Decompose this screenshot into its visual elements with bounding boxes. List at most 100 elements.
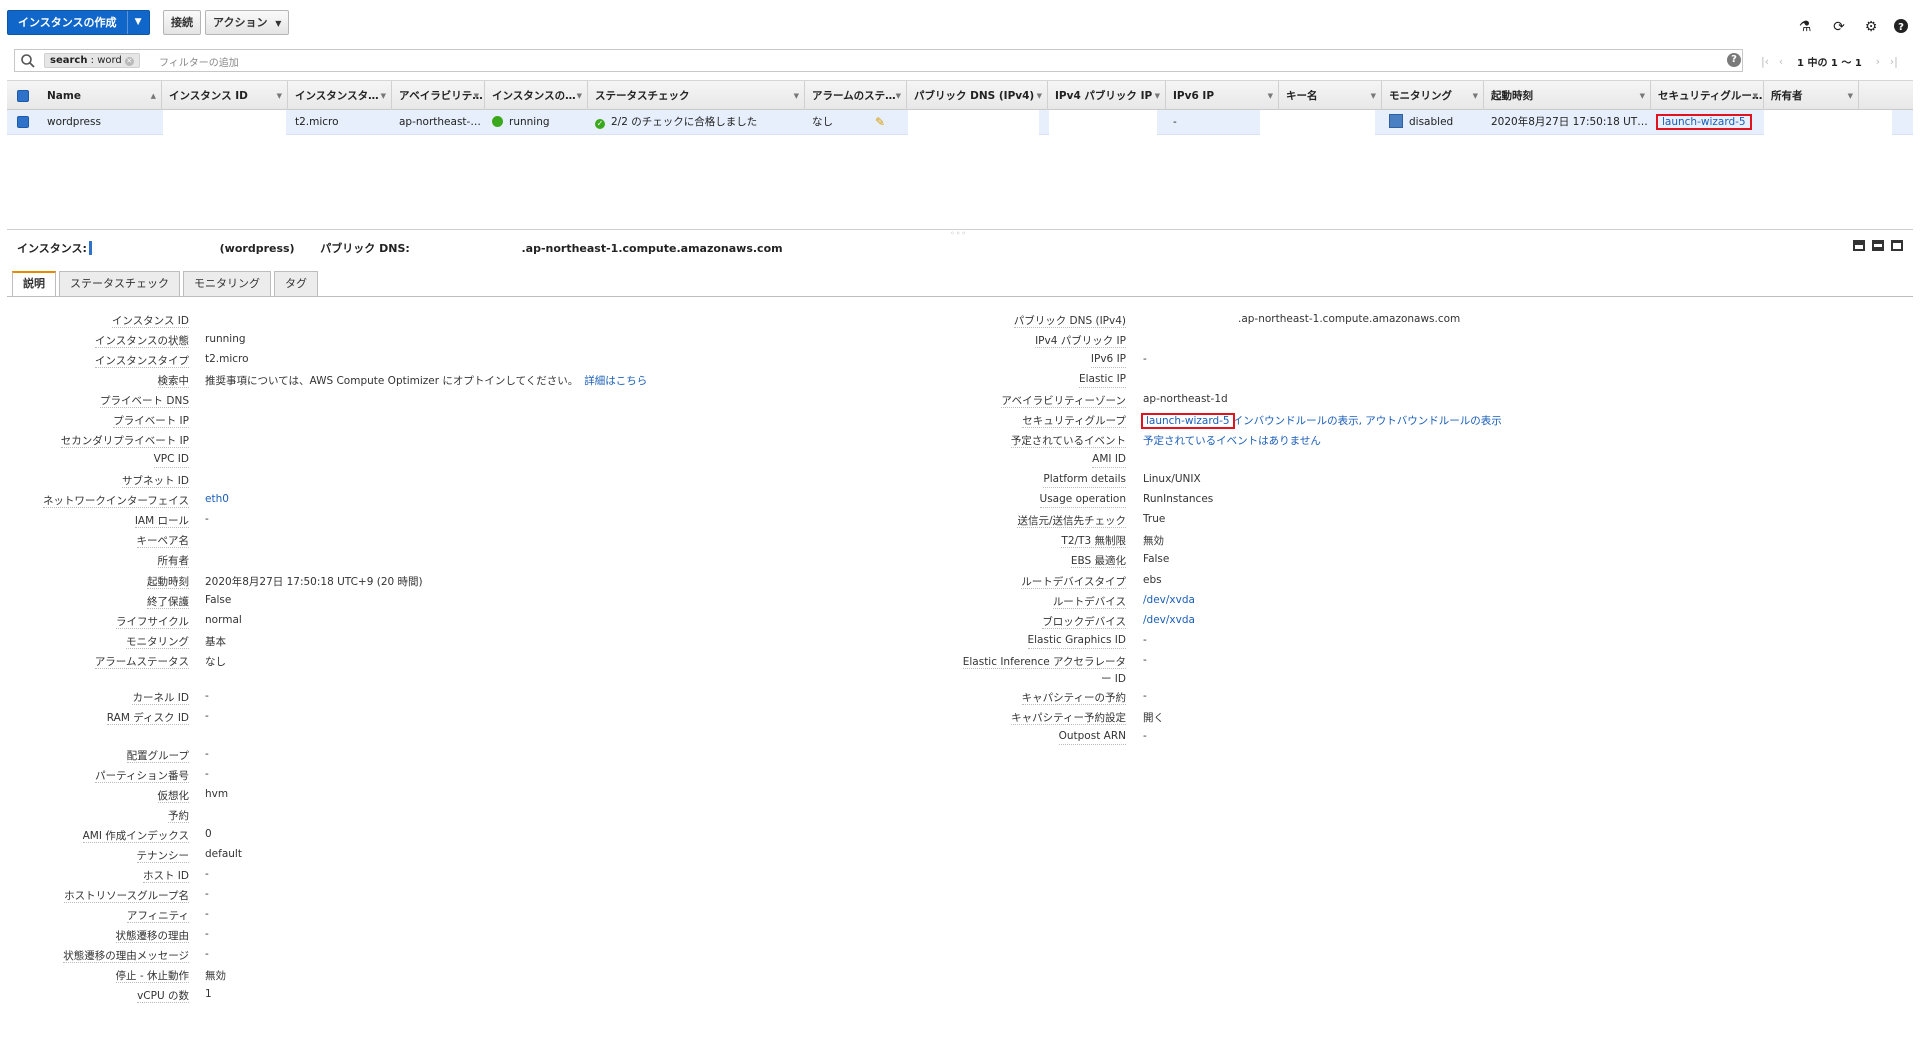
- column-header-public-dns[interactable]: パブリック DNS (IPv4) ▼: [907, 81, 1048, 111]
- help-icon[interactable]: ?: [1893, 19, 1909, 35]
- cell-az[interactable]: ap-northeast-…: [392, 110, 485, 135]
- field-value: 無効: [1143, 533, 1164, 548]
- last-page-icon[interactable]: ›|: [1886, 55, 1902, 68]
- column-header-az[interactable]: アベイラビリテ… ▼: [392, 81, 485, 111]
- cell-instance-type[interactable]: t2.micro: [288, 110, 392, 135]
- column-header-owner[interactable]: 所有者 ▼: [1764, 81, 1859, 111]
- filter-help-icon[interactable]: ?: [1727, 53, 1741, 67]
- filter-search-bar[interactable]: search : word ✕ フィルターの追加 ?: [14, 49, 1743, 72]
- gear-icon[interactable]: ⚙: [1863, 19, 1879, 35]
- column-header-alarm[interactable]: アラームのステ… ▼: [805, 81, 907, 111]
- prev-page-icon[interactable]: ‹: [1773, 55, 1789, 68]
- remove-filter-icon[interactable]: ✕: [124, 57, 134, 66]
- field-value: -: [205, 748, 209, 763]
- refresh-icon[interactable]: ⟳: [1831, 19, 1847, 35]
- filter-chip[interactable]: search : word ✕: [44, 53, 140, 68]
- field-value-text: running: [205, 333, 246, 345]
- cell-owner[interactable]: [1764, 110, 1892, 135]
- sort-icon: ▼: [1154, 92, 1160, 100]
- tab-description[interactable]: 説明: [12, 271, 56, 296]
- field-link[interactable]: 予定されているイベントはありません: [1143, 435, 1321, 447]
- inbound-rules-link[interactable]: インバウンドルールの表示: [1233, 415, 1359, 427]
- field-value-text: t2.micro: [205, 353, 249, 365]
- column-header-key-name[interactable]: キー名 ▼: [1279, 81, 1382, 111]
- field-value-text: normal: [205, 614, 242, 626]
- field-link[interactable]: 詳細はこちら: [584, 375, 647, 387]
- security-group-detail-link[interactable]: launch-wizard-5: [1141, 413, 1235, 429]
- field-link[interactable]: eth0: [205, 493, 229, 505]
- field-label: 配置グループ: [126, 750, 189, 763]
- field-value-text: -: [205, 513, 209, 525]
- tab-tags[interactable]: タグ: [274, 271, 318, 296]
- layout-split-icon[interactable]: [1872, 240, 1884, 251]
- tab-status-checks[interactable]: ステータスチェック: [59, 271, 180, 296]
- alarm-text: なし: [812, 116, 833, 128]
- cell-monitoring[interactable]: disabled: [1382, 110, 1484, 135]
- field-value-text: -: [1143, 690, 1147, 702]
- layout-top-icon[interactable]: [1891, 240, 1903, 251]
- first-page-icon[interactable]: |‹: [1757, 55, 1773, 68]
- select-all-checkbox[interactable]: [17, 90, 29, 102]
- field-value: default: [205, 848, 242, 863]
- field-value: 無効: [205, 968, 226, 983]
- field-value: /dev/xvda: [1143, 594, 1195, 609]
- security-group-link[interactable]: launch-wizard-5: [1656, 114, 1752, 130]
- field-label: 状態遷移の理由メッセージ: [63, 950, 189, 963]
- launch-instance-dropdown-icon[interactable]: ▼: [126, 11, 149, 34]
- cell-ipv4[interactable]: [1049, 110, 1157, 135]
- cell-key-name[interactable]: [1260, 110, 1375, 135]
- layout-bottom-icon[interactable]: [1853, 240, 1865, 251]
- cell-state[interactable]: running: [485, 110, 588, 135]
- launch-instance-label[interactable]: インスタンスの作成: [8, 11, 127, 34]
- cell-name[interactable]: wordpress: [40, 110, 162, 135]
- column-header-status-check[interactable]: ステータスチェック ▼: [588, 81, 805, 111]
- splitter-handle[interactable]: ◦◦◦: [950, 229, 967, 238]
- column-header-security-group[interactable]: セキュリティグルー… ▼: [1651, 81, 1764, 111]
- cell-alarm[interactable]: なし ✎: [805, 110, 907, 135]
- outbound-rules-link[interactable]: アウトバウンドルールの表示: [1365, 415, 1502, 427]
- instance-id-marker: [88, 241, 92, 255]
- actions-label: アクション: [213, 16, 268, 29]
- column-header-launch-time[interactable]: 起動時刻 ▼: [1484, 81, 1651, 111]
- field-value: -: [205, 908, 209, 923]
- next-page-icon[interactable]: ›: [1870, 55, 1886, 68]
- field-value-text: -: [205, 768, 209, 780]
- create-alarm-icon[interactable]: ✎: [875, 110, 885, 135]
- field-value: -: [205, 868, 209, 883]
- field-label: AMI ID: [1092, 453, 1126, 468]
- filter-placeholder[interactable]: フィルターの追加: [159, 54, 239, 69]
- sort-icon: ▼: [1847, 92, 1853, 100]
- column-header-ipv6[interactable]: IPv6 IP ▼: [1166, 81, 1279, 111]
- field-value: -: [205, 888, 209, 903]
- column-header-ipv4[interactable]: IPv4 パブリック IP ▼: [1048, 81, 1166, 111]
- cell-launch-time[interactable]: 2020年8月27日 17:50:18 UT…: [1484, 110, 1651, 135]
- column-header-name[interactable]: Name ▲: [40, 81, 162, 111]
- tab-monitoring[interactable]: モニタリング: [183, 271, 271, 296]
- instance-label: インスタンス:: [17, 242, 87, 255]
- field-value: 予定されているイベントはありません: [1143, 433, 1321, 448]
- flask-icon[interactable]: ⚗: [1797, 19, 1813, 35]
- column-header-state[interactable]: インスタンスの… ▼: [485, 81, 588, 111]
- cell-security-group[interactable]: launch-wizard-5: [1651, 110, 1764, 135]
- column-header-monitoring[interactable]: モニタリング ▼: [1382, 81, 1484, 111]
- sort-icon: ▼: [1267, 92, 1273, 100]
- field-label: プライベート IP: [113, 415, 189, 428]
- column-header-instance-type[interactable]: インスタンスタ… ▼: [288, 81, 392, 111]
- cell-status-check[interactable]: ✓ 2/2 のチェックに合格しました: [588, 110, 805, 135]
- row-checkbox[interactable]: [17, 116, 29, 128]
- connect-button[interactable]: 接続: [163, 10, 201, 35]
- field-link[interactable]: /dev/xvda: [1143, 594, 1195, 606]
- actions-button[interactable]: アクション ▼: [205, 10, 290, 35]
- launch-instance-button[interactable]: インスタンスの作成 ▼: [7, 10, 150, 35]
- sort-icon: ▼: [1472, 92, 1478, 100]
- cell-instance-id[interactable]: [163, 110, 286, 135]
- cell-public-dns[interactable]: [908, 110, 1039, 135]
- field-value: ebs: [1143, 574, 1162, 589]
- field-label: ブロックデバイス: [1042, 616, 1126, 629]
- field-label: アフィニティ: [126, 910, 189, 923]
- field-label: キーペア名: [136, 535, 189, 548]
- field-label: パブリック DNS (IPv4): [1013, 315, 1126, 328]
- field-link[interactable]: /dev/xvda: [1143, 614, 1195, 626]
- table-row[interactable]: wordpress t2.micro ap-northeast-… runnin…: [7, 110, 1913, 135]
- column-header-instance-id[interactable]: インスタンス ID ▼: [162, 81, 288, 111]
